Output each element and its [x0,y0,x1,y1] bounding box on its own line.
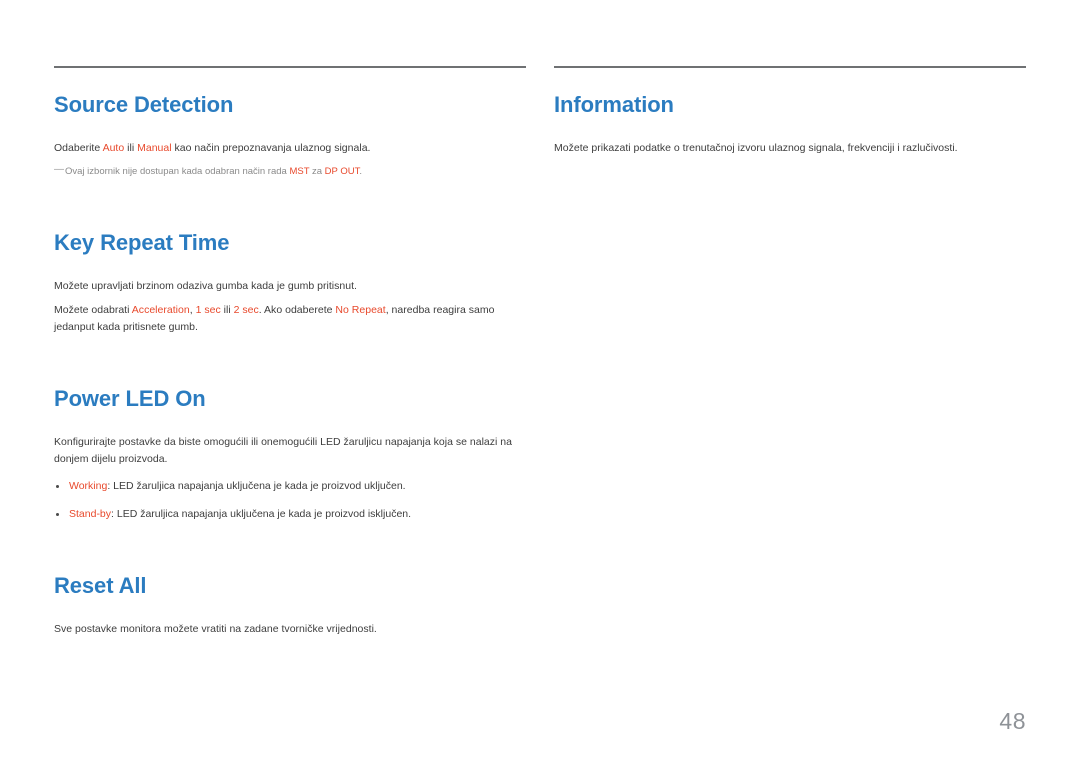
text-run: . [359,166,362,177]
manual-page: Source Detection Odaberite Auto ili Manu… [0,0,1080,763]
section-divider-left [54,66,526,68]
note-dash-icon: ― [54,164,64,175]
list-item: Working: LED žaruljica napajanja uključe… [54,478,526,495]
source-detection-note: ― Ovaj izbornik nije dostupan kada odabra… [54,164,526,180]
left-column: Source Detection Odaberite Auto ili Manu… [54,66,526,638]
heading-reset-all: Reset All [54,573,147,598]
list-item: Stand-by: LED žaruljica napajanja uključ… [54,506,526,523]
accent-stand-by: Stand-by [69,508,112,520]
key-repeat-paragraph-2: Možete odabrati Acceleration, 1 sec ili … [54,302,526,336]
power-led-paragraph: Konfigurirajte postavke da biste omogući… [54,436,513,465]
accent-dp-out: DP OUT [324,166,360,177]
accent-working: Working [69,480,108,492]
power-led-bullet-list: Working: LED žaruljica napajanja uključe… [54,478,526,523]
accent-no-repeat: No Repeat [335,304,386,316]
section-divider-right [554,66,1026,68]
accent-1-sec: 1 sec [195,304,221,316]
section-reset-all: Reset All Sve postavke monitora možete v… [54,573,526,638]
information-paragraph: Možete prikazati podatke o trenutačnoj i… [554,142,958,154]
text-run: ili [220,304,234,316]
bullet-dot-icon [56,513,59,516]
text-run: Ovaj izbornik nije dostupan kada odabran… [65,166,290,177]
section-power-led-on: Power LED On Konfigurirajte postavke da … [54,386,526,523]
right-column: Information Možete prikazati podatke o t… [554,66,1026,157]
text-run: ili [124,142,138,154]
text-run: za [309,166,325,177]
text-run: Odaberite [54,142,103,154]
section-information: Information Možete prikazati podatke o t… [554,92,1026,157]
page-number: 48 [999,708,1026,734]
text-run: : LED žaruljica napajanja uključena je k… [107,480,406,492]
text-run: kao način prepoznavanja ulaznog signala. [171,142,371,154]
accent-manual: Manual [137,142,172,154]
text-run: Možete odabrati [54,304,132,316]
heading-information: Information [554,92,674,117]
accent-acceleration: Acceleration [131,304,190,316]
heading-source-detection: Source Detection [54,92,234,117]
section-source-detection: Source Detection Odaberite Auto ili Manu… [54,92,526,180]
section-key-repeat-time: Key Repeat Time Možete upravljati brzino… [54,230,526,336]
heading-key-repeat-time: Key Repeat Time [54,230,230,255]
accent-mst: MST [289,166,310,177]
text-run: : LED žaruljica napajanja uključena je k… [111,508,412,520]
heading-power-led-on: Power LED On [54,386,206,411]
text-run: . Ako odaberete [258,304,336,316]
source-detection-paragraph: Odaberite Auto ili Manual kao način prep… [54,140,526,157]
bullet-dot-icon [56,485,59,488]
accent-auto: Auto [102,142,125,154]
reset-all-paragraph: Sve postavke monitora možete vratiti na … [54,623,377,635]
accent-2-sec: 2 sec [233,304,259,316]
key-repeat-paragraph-1: Možete upravljati brzinom odaziva gumba … [54,280,357,292]
